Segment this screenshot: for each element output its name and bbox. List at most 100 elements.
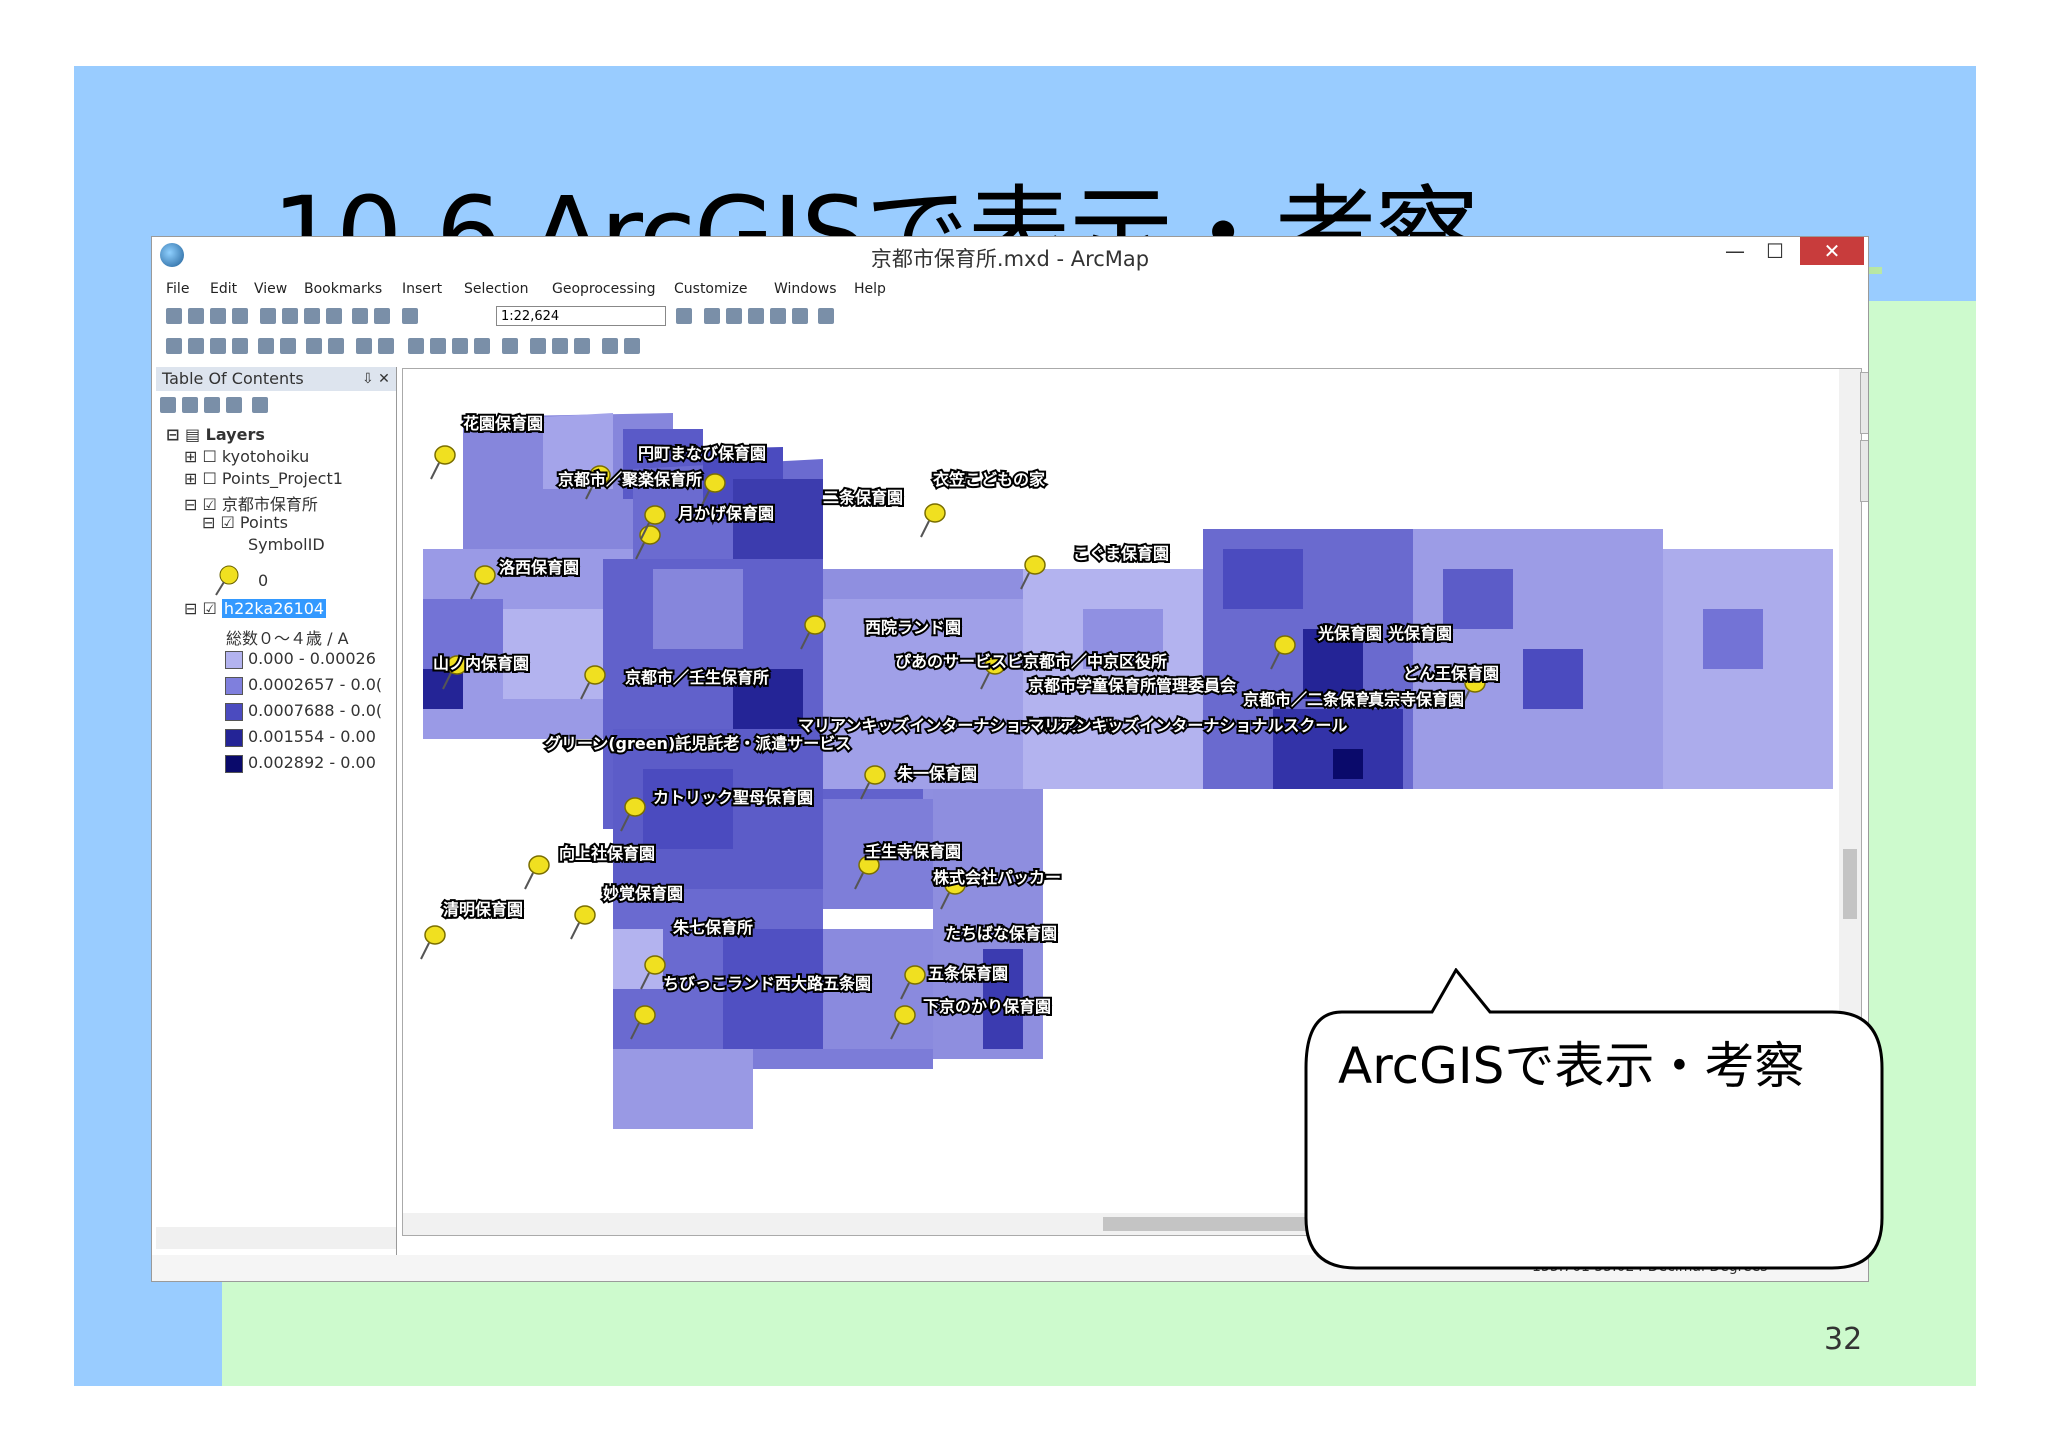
- tools-toolbar: [152, 333, 1868, 361]
- layer-points[interactable]: ⊟ ☑ Points: [202, 513, 288, 532]
- pushpin-icon: [524, 855, 550, 890]
- select-elements-icon[interactable]: [408, 338, 424, 354]
- print-icon[interactable]: [232, 308, 248, 324]
- layer-points-project1[interactable]: ⊞ ☐ Points_Project1: [184, 469, 343, 488]
- find-icon[interactable]: [530, 338, 546, 354]
- paste-icon[interactable]: [304, 308, 320, 324]
- menu-bar: File Edit View Bookmarks Insert Selectio…: [152, 279, 1868, 301]
- window-title: 京都市保育所.mxd - ArcMap: [870, 247, 1150, 271]
- arctoolbox-icon[interactable]: [770, 308, 786, 324]
- list-by-selection-icon[interactable]: [226, 397, 242, 413]
- save-icon[interactable]: [210, 308, 226, 324]
- map-label: 壬生寺保育園: [865, 842, 961, 861]
- map-label: こぐま保育園: [1073, 544, 1169, 563]
- fixed-zoom-out-icon[interactable]: [280, 338, 296, 354]
- toc-toolbar: [160, 395, 280, 415]
- map-label: たちばな保育園: [945, 924, 1057, 943]
- html-popup-icon[interactable]: [474, 338, 490, 354]
- toc-horizontal-scrollbar[interactable]: [156, 1227, 396, 1249]
- class-swatch-3: [225, 703, 243, 721]
- editor-icon[interactable]: [676, 308, 692, 324]
- menu-geoprocessing[interactable]: Geoprocessing: [552, 281, 655, 297]
- time-slider-icon[interactable]: [602, 338, 618, 354]
- open-icon[interactable]: [188, 308, 204, 324]
- map-label: 光保育園: [1317, 624, 1382, 643]
- map-label: 京都市学童保育所管理委員会: [1028, 676, 1236, 695]
- list-by-source-icon[interactable]: [182, 397, 198, 413]
- menu-view[interactable]: View: [254, 281, 287, 297]
- speech-bubble: [1304, 968, 1884, 1270]
- slide-number: 32: [1824, 1322, 1863, 1357]
- clear-selection-icon[interactable]: [378, 338, 394, 354]
- map-label: カトリック聖母保育園: [653, 788, 813, 807]
- back-extent-icon[interactable]: [306, 338, 322, 354]
- model-builder-icon[interactable]: [818, 308, 834, 324]
- table-of-contents: Table Of Contents ⇩ ✕ ⊟ ▤ Layers ⊞ ☐ kyo…: [156, 367, 397, 1261]
- symbol-field-label: SymbolID: [248, 535, 325, 554]
- menu-help[interactable]: Help: [854, 281, 886, 297]
- callout-text: ArcGISで表示・考察: [1338, 1037, 1805, 1095]
- list-by-drawing-order-icon[interactable]: [160, 397, 176, 413]
- class-label-1: 0.000 - 0.00026: [248, 649, 376, 668]
- menu-edit[interactable]: Edit: [210, 281, 237, 297]
- toc-window-icon[interactable]: [704, 308, 720, 324]
- undo-icon[interactable]: [352, 308, 368, 324]
- cut-icon[interactable]: [260, 308, 276, 324]
- identify-icon[interactable]: [430, 338, 446, 354]
- layers-root[interactable]: ⊟ ▤ Layers: [166, 425, 265, 444]
- map-label: 下京のかり保育園: [923, 997, 1051, 1016]
- new-icon[interactable]: [166, 308, 182, 324]
- catalog-tab[interactable]: [1860, 372, 1868, 434]
- menu-selection[interactable]: Selection: [464, 281, 529, 297]
- maximize-button[interactable]: ☐: [1758, 237, 1792, 265]
- list-by-visibility-icon[interactable]: [204, 397, 220, 413]
- add-data-icon[interactable]: [402, 308, 418, 324]
- python-icon[interactable]: [792, 308, 808, 324]
- search-tab[interactable]: [1860, 440, 1868, 502]
- map-label: 京都市／中京区役所: [1023, 652, 1167, 671]
- find-route-icon[interactable]: [552, 338, 568, 354]
- minimize-button[interactable]: —: [1718, 237, 1752, 265]
- menu-customize[interactable]: Customize: [674, 281, 748, 297]
- map-scale-input[interactable]: 1:22,624: [496, 306, 666, 326]
- pushpin-icon: [920, 503, 946, 538]
- window-titlebar: 京都市保育所.mxd - ArcMap — ☐ ✕: [152, 237, 1868, 275]
- class-label-5: 0.002892 - 0.00: [248, 753, 376, 772]
- map-label: 株式会社パッカー: [933, 868, 1061, 887]
- map-vertical-scroll-thumb[interactable]: [1843, 849, 1857, 919]
- layer-h22ka26104[interactable]: ⊟ ☑ h22ka26104: [184, 599, 327, 618]
- forward-extent-icon[interactable]: [328, 338, 344, 354]
- menu-insert[interactable]: Insert: [402, 281, 442, 297]
- polygon: [1223, 549, 1303, 609]
- delete-icon[interactable]: [326, 308, 342, 324]
- map-label: 京都市／壬生保育所: [625, 668, 769, 687]
- layer-kyotohoiku[interactable]: ⊞ ☐ kyotohoiku: [184, 447, 309, 466]
- redo-icon[interactable]: [374, 308, 390, 324]
- polygon: [753, 1049, 933, 1069]
- zoom-in-icon[interactable]: [166, 338, 182, 354]
- catalog-icon[interactable]: [726, 308, 742, 324]
- options-icon[interactable]: [252, 397, 268, 413]
- search-window-icon[interactable]: [748, 308, 764, 324]
- pushpin-legend-icon: [212, 563, 242, 601]
- zoom-out-icon[interactable]: [188, 338, 204, 354]
- toc-pin-close[interactable]: ⇩ ✕: [362, 367, 390, 391]
- copy-icon[interactable]: [282, 308, 298, 324]
- map-label: 朱一保育園: [897, 764, 977, 783]
- menu-bookmarks[interactable]: Bookmarks: [304, 281, 382, 297]
- menu-file[interactable]: File: [166, 281, 189, 297]
- class-swatch-5: [225, 755, 243, 773]
- close-button[interactable]: ✕: [1800, 237, 1864, 265]
- go-to-xy-icon[interactable]: [574, 338, 590, 354]
- select-features-icon[interactable]: [356, 338, 372, 354]
- pan-icon[interactable]: [210, 338, 226, 354]
- hyperlink-icon[interactable]: [452, 338, 468, 354]
- measure-icon[interactable]: [502, 338, 518, 354]
- full-extent-icon[interactable]: [232, 338, 248, 354]
- fixed-zoom-in-icon[interactable]: [258, 338, 274, 354]
- class-label-4: 0.001554 - 0.00: [248, 727, 376, 746]
- menu-windows[interactable]: Windows: [774, 281, 837, 297]
- layer-group-kyoto-hoikusho[interactable]: ⊟ ☑ 京都市保育所: [184, 491, 318, 515]
- viewer-window-icon[interactable]: [624, 338, 640, 354]
- class-swatch-1: [225, 651, 243, 669]
